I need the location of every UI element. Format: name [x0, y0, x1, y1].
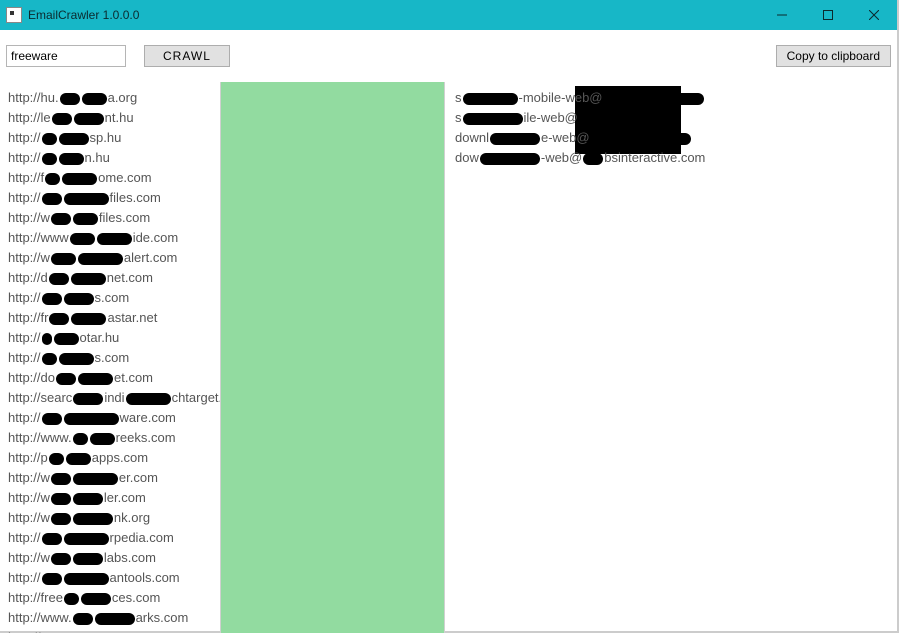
- url-item[interactable]: http://dnet.com: [8, 268, 220, 288]
- url-item[interactable]: http://s.com: [8, 288, 220, 308]
- content-area: http://hu.a.orghttp://lent.huhttp://sp.h…: [0, 82, 897, 633]
- minimize-icon: [777, 10, 787, 20]
- url-item[interactable]: http://fome.com: [8, 168, 220, 188]
- url-item[interactable]: http://antools.com: [8, 568, 220, 588]
- copy-clipboard-button[interactable]: Copy to clipboard: [776, 45, 891, 67]
- maximize-button[interactable]: [805, 0, 851, 30]
- url-item[interactable]: http://otar.hu: [8, 328, 220, 348]
- url-item[interactable]: http://files.com: [8, 188, 220, 208]
- url-item[interactable]: http://rpedia.com: [8, 528, 220, 548]
- url-item[interactable]: http://www.reeks.com: [8, 428, 220, 448]
- url-item[interactable]: http://wlabs.com: [8, 548, 220, 568]
- window-titlebar: EmailCrawler 1.0.0.0: [0, 0, 897, 30]
- url-item[interactable]: http://s.com: [8, 348, 220, 368]
- url-item[interactable]: http://sp.hu: [8, 128, 220, 148]
- url-item[interactable]: http://lent.hu: [8, 108, 220, 128]
- url-item[interactable]: http://wfiles.com: [8, 208, 220, 228]
- close-button[interactable]: [851, 0, 897, 30]
- url-item[interactable]: http://: [8, 628, 220, 633]
- url-item[interactable]: http://searcindichtarget.com: [8, 388, 220, 408]
- url-item[interactable]: http://walert.com: [8, 248, 220, 268]
- app-icon: [6, 7, 22, 23]
- maximize-icon: [823, 10, 833, 20]
- url-item[interactable]: http://n.hu: [8, 148, 220, 168]
- toolbar: CRAWL Copy to clipboard: [0, 30, 897, 82]
- url-item[interactable]: http://papps.com: [8, 448, 220, 468]
- url-item[interactable]: http://wwwide.com: [8, 228, 220, 248]
- url-item[interactable]: http://wer.com: [8, 468, 220, 488]
- url-item[interactable]: http://frastar.net: [8, 308, 220, 328]
- url-item[interactable]: http://wler.com: [8, 488, 220, 508]
- email-item[interactable]: dow-web@bsinteractive.com: [455, 148, 897, 168]
- window-title: EmailCrawler 1.0.0.0: [28, 8, 139, 22]
- crawl-button[interactable]: CRAWL: [144, 45, 230, 67]
- url-item[interactable]: http://www.arks.com: [8, 608, 220, 628]
- url-list-panel[interactable]: http://hu.a.orghttp://lent.huhttp://sp.h…: [0, 82, 220, 633]
- email-item[interactable]: downle-web@: [455, 128, 897, 148]
- url-item[interactable]: http://ware.com: [8, 408, 220, 428]
- close-icon: [869, 10, 879, 20]
- progress-panel: [220, 82, 445, 633]
- url-item[interactable]: http://doet.com: [8, 368, 220, 388]
- minimize-button[interactable]: [759, 0, 805, 30]
- url-item[interactable]: http://wnk.org: [8, 508, 220, 528]
- email-list-panel[interactable]: s-mobile-web@sile-web@downle-web@dow-web…: [445, 82, 897, 633]
- email-item[interactable]: s-mobile-web@: [455, 88, 897, 108]
- url-item[interactable]: http://freeces.com: [8, 588, 220, 608]
- search-input[interactable]: [6, 45, 126, 67]
- url-item[interactable]: http://hu.a.org: [8, 88, 220, 108]
- email-item[interactable]: sile-web@: [455, 108, 897, 128]
